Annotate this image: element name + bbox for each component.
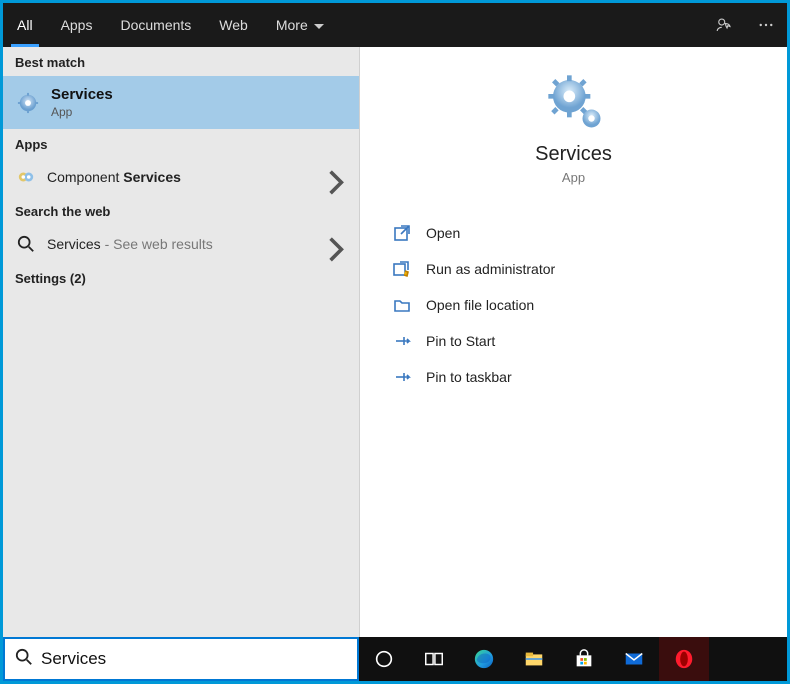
section-settings[interactable]: Settings (2) [3,263,359,292]
shield-admin-icon [392,259,412,279]
tab-label: More [276,17,308,33]
tab-apps[interactable]: Apps [47,3,107,47]
taskbar-file-explorer[interactable] [509,637,559,681]
tab-all[interactable]: All [3,3,47,47]
search-results-pane: Best match Services App Apps Component S… [3,47,359,637]
pin-icon [392,331,412,351]
chevron-down-icon [314,17,324,33]
taskbar-task-view[interactable] [409,637,459,681]
search-box[interactable] [3,637,359,681]
tab-label: Apps [61,17,93,33]
section-search-web: Search the web [3,196,359,225]
result-web-services[interactable]: Services - See web results [3,225,359,263]
action-label: Pin to taskbar [426,369,512,385]
chevron-right-icon [327,168,345,186]
options-icon[interactable] [745,3,787,47]
search-icon [15,648,33,671]
folder-icon [392,295,412,315]
tab-label: Web [219,17,248,33]
pin-icon [392,367,412,387]
search-filter-tabs: All Apps Documents Web More [3,3,787,47]
action-pin-to-start[interactable]: Pin to Start [390,323,757,359]
taskbar-cortana[interactable] [359,637,409,681]
taskbar-microsoft-store[interactable] [559,637,609,681]
action-pin-to-taskbar[interactable]: Pin to taskbar [390,359,757,395]
action-open-file-location[interactable]: Open file location [390,287,757,323]
result-best-match-services[interactable]: Services App [3,76,359,129]
action-label: Open [426,225,460,241]
component-services-icon [17,168,35,186]
result-label: Services - See web results [47,236,315,252]
preview-subtitle: App [562,170,585,185]
taskbar-mail[interactable] [609,637,659,681]
tab-documents[interactable]: Documents [106,3,205,47]
section-apps: Apps [3,129,359,158]
tab-label: All [17,17,33,33]
action-label: Pin to Start [426,333,495,349]
chevron-right-icon [327,235,345,253]
preview-title: Services [535,143,612,166]
feedback-icon[interactable] [703,3,745,47]
search-input[interactable] [41,639,347,679]
action-open[interactable]: Open [390,215,757,251]
gear-icon [546,73,602,129]
taskbar-edge[interactable] [459,637,509,681]
open-icon [392,223,412,243]
taskbar [3,637,787,681]
tab-label: Documents [120,17,191,33]
tab-web[interactable]: Web [205,3,262,47]
section-best-match: Best match [3,47,359,76]
taskbar-opera[interactable] [659,637,709,681]
action-run-as-administrator[interactable]: Run as administrator [390,251,757,287]
tab-more[interactable]: More [262,3,338,47]
search-icon [17,235,35,253]
action-label: Run as administrator [426,261,555,277]
result-component-services[interactable]: Component Services [3,158,359,196]
preview-pane: Services App Open Run as administrator O… [359,47,787,637]
gear-icon [17,92,39,114]
action-label: Open file location [426,297,534,313]
result-label: Component Services [47,169,315,185]
best-match-title: Services [51,86,113,103]
best-match-subtitle: App [51,105,113,119]
